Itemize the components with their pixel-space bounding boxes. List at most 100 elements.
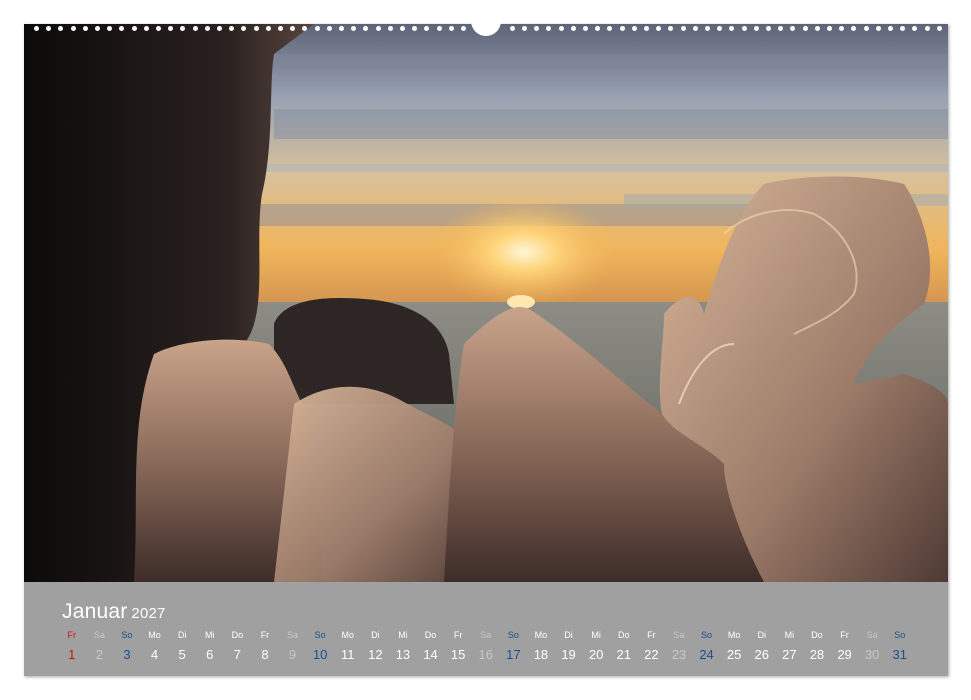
day-number: 12 bbox=[368, 647, 383, 662]
day-number: 22 bbox=[644, 647, 659, 662]
binding-ring bbox=[522, 26, 527, 31]
binding-ring bbox=[583, 26, 588, 31]
weekday-label: Do bbox=[617, 630, 630, 640]
binding-ring bbox=[278, 26, 283, 31]
binding-ring bbox=[595, 26, 601, 31]
binding-ring bbox=[631, 26, 637, 31]
binding-ring bbox=[912, 26, 918, 31]
weekday-label: Mo bbox=[534, 630, 548, 640]
binding-ring bbox=[253, 26, 259, 31]
weekday-label: Di bbox=[757, 630, 767, 640]
binding-ring bbox=[607, 26, 613, 31]
binding-ring bbox=[863, 26, 869, 31]
day-number: 7 bbox=[233, 647, 241, 662]
binding-ring bbox=[790, 26, 796, 31]
binding-ring bbox=[143, 26, 149, 31]
day-number: 30 bbox=[864, 647, 880, 662]
binding-ring bbox=[424, 26, 430, 31]
binding-ring bbox=[753, 26, 759, 31]
binding-ring bbox=[888, 26, 893, 31]
day-number: 10 bbox=[312, 647, 328, 662]
binding-ring bbox=[82, 26, 88, 31]
binding-ring bbox=[778, 26, 784, 31]
weekday-label: So bbox=[507, 630, 519, 640]
binding-ring bbox=[351, 26, 357, 31]
binding-ring bbox=[936, 26, 942, 31]
binding-ring bbox=[326, 26, 332, 31]
binding-ring bbox=[156, 26, 161, 31]
binding-ring bbox=[802, 26, 808, 31]
binding-ring bbox=[680, 26, 686, 31]
binding-ring bbox=[814, 26, 820, 31]
binding-ring bbox=[363, 26, 369, 31]
weekday-label: Mi bbox=[591, 630, 601, 640]
binding-ring bbox=[839, 26, 845, 31]
binding-ring bbox=[509, 26, 515, 31]
binding-ring bbox=[339, 26, 344, 31]
binding-ring bbox=[570, 26, 576, 31]
day-number: 5 bbox=[178, 647, 186, 662]
day-grid: Fr 1 Sa 2 So 3 Mo 4 Di 5 Mi 6 Do 7 Fr 8 Sa 9 So 10 Mo 11 Di 12 M… bbox=[58, 630, 938, 670]
weekday-label: Mo bbox=[727, 630, 741, 640]
day-number: 19 bbox=[561, 647, 576, 662]
binding-ring bbox=[180, 26, 186, 31]
binding-ring bbox=[131, 26, 137, 31]
binding-ring bbox=[107, 26, 113, 31]
weekday-label: Fr bbox=[840, 630, 849, 640]
binding-ring bbox=[692, 26, 698, 31]
day-number: 28 bbox=[809, 647, 825, 662]
day-number: 9 bbox=[288, 647, 297, 662]
weekday-label: Sa bbox=[480, 630, 492, 640]
day-number: 23 bbox=[671, 647, 687, 662]
weekday-label: Mi bbox=[784, 630, 795, 640]
binding-ring bbox=[95, 26, 100, 31]
day-number: 17 bbox=[506, 647, 521, 662]
weekday-label: Mo bbox=[148, 630, 161, 640]
day-number: 6 bbox=[206, 647, 214, 662]
binding-ring bbox=[534, 26, 540, 31]
binding-ring bbox=[302, 26, 308, 31]
binding-ring bbox=[314, 26, 320, 31]
weekday-label: So bbox=[121, 630, 133, 640]
binding-ring bbox=[400, 26, 405, 31]
sunset-ice-photo bbox=[24, 24, 948, 582]
weekday-label: So bbox=[894, 630, 906, 640]
weekday-label: Do bbox=[811, 630, 823, 640]
day-number: 20 bbox=[588, 647, 604, 662]
binding-ring bbox=[900, 26, 906, 31]
weekday-label: Mo bbox=[341, 630, 354, 640]
calendar-strip: Januar 2027 Fr 1 Sa 2 So 3 Mo 4 Di 5 Mi 6 Do 7 Fr 8 Sa 9 So… bbox=[24, 582, 948, 676]
day-number: 3 bbox=[123, 647, 131, 662]
weekday-label: Sa bbox=[673, 630, 685, 640]
binding-ring bbox=[668, 26, 674, 31]
binding-ring bbox=[766, 26, 771, 31]
day-number: 4 bbox=[150, 647, 159, 662]
day-number: 14 bbox=[423, 647, 438, 662]
binding-ring bbox=[70, 26, 76, 31]
month-title: Januar 2027 bbox=[62, 600, 166, 624]
binding-ring bbox=[265, 26, 271, 31]
binding-ring bbox=[412, 26, 418, 31]
binding-ring bbox=[729, 26, 735, 31]
day-number: 29 bbox=[837, 647, 852, 662]
binding-ring bbox=[924, 26, 930, 31]
weekday-label: Mi bbox=[398, 630, 408, 640]
binding-ring bbox=[168, 26, 174, 31]
day-number: 21 bbox=[616, 647, 631, 662]
year-label: 2027 bbox=[131, 605, 166, 622]
binding-ring bbox=[119, 26, 125, 31]
binding-ring bbox=[387, 26, 393, 31]
month-name: Januar bbox=[62, 600, 128, 623]
binding-ring bbox=[741, 26, 747, 31]
binding-ring bbox=[461, 26, 466, 31]
weekday-label: Mi bbox=[205, 630, 215, 640]
weekday-label: Fr bbox=[647, 630, 656, 640]
photo-artwork bbox=[24, 24, 948, 582]
weekday-label: Fr bbox=[260, 630, 270, 640]
day-number: 25 bbox=[726, 647, 742, 662]
weekday-label: Di bbox=[564, 630, 573, 640]
binding-ring bbox=[34, 26, 39, 31]
binding-ring bbox=[229, 26, 235, 31]
binding-ring bbox=[290, 26, 296, 31]
binding-ring bbox=[644, 26, 649, 31]
